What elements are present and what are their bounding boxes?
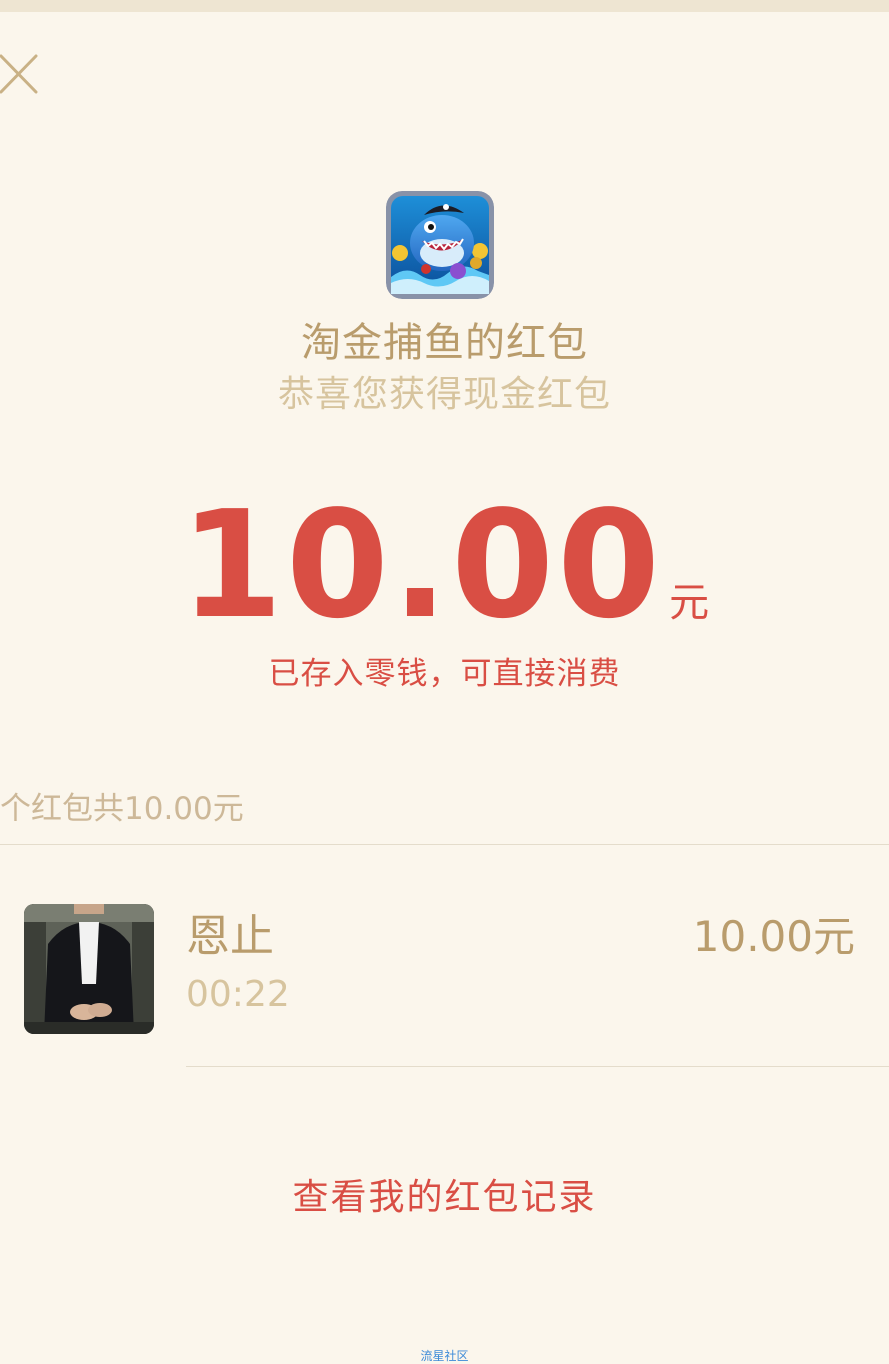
list-item[interactable]: 恩止 00:22 10.00元 xyxy=(0,870,889,1066)
top-status-strip xyxy=(0,0,889,12)
close-button[interactable] xyxy=(0,54,38,94)
red-packet-subtitle: 恭喜您获得现金红包 xyxy=(277,374,611,415)
divider xyxy=(186,1066,889,1067)
shark-pirate-game-icon xyxy=(386,191,494,299)
packet-summary: 个红包共10.00元 xyxy=(0,791,244,827)
red-packet-title: 淘金捕鱼的红包 xyxy=(301,320,588,366)
app-icon xyxy=(386,191,494,299)
record-time: 00:22 xyxy=(186,974,290,1015)
amount-display: 10.00 元 xyxy=(0,480,889,650)
amount-value: 10.00 xyxy=(179,479,664,651)
watermark: 流星社区 xyxy=(420,1349,469,1363)
deposit-notice: 已存入零钱，可直接消费 xyxy=(268,656,621,692)
user-avatar xyxy=(24,904,154,1034)
divider xyxy=(0,844,889,845)
record-amount: 10.00元 xyxy=(692,912,855,961)
record-name: 恩止 xyxy=(186,911,274,962)
view-my-records-link[interactable]: 查看我的红包记录 xyxy=(0,1174,889,1222)
close-icon xyxy=(0,54,38,94)
amount-unit: 元 xyxy=(669,580,710,626)
avatar xyxy=(24,904,154,1034)
